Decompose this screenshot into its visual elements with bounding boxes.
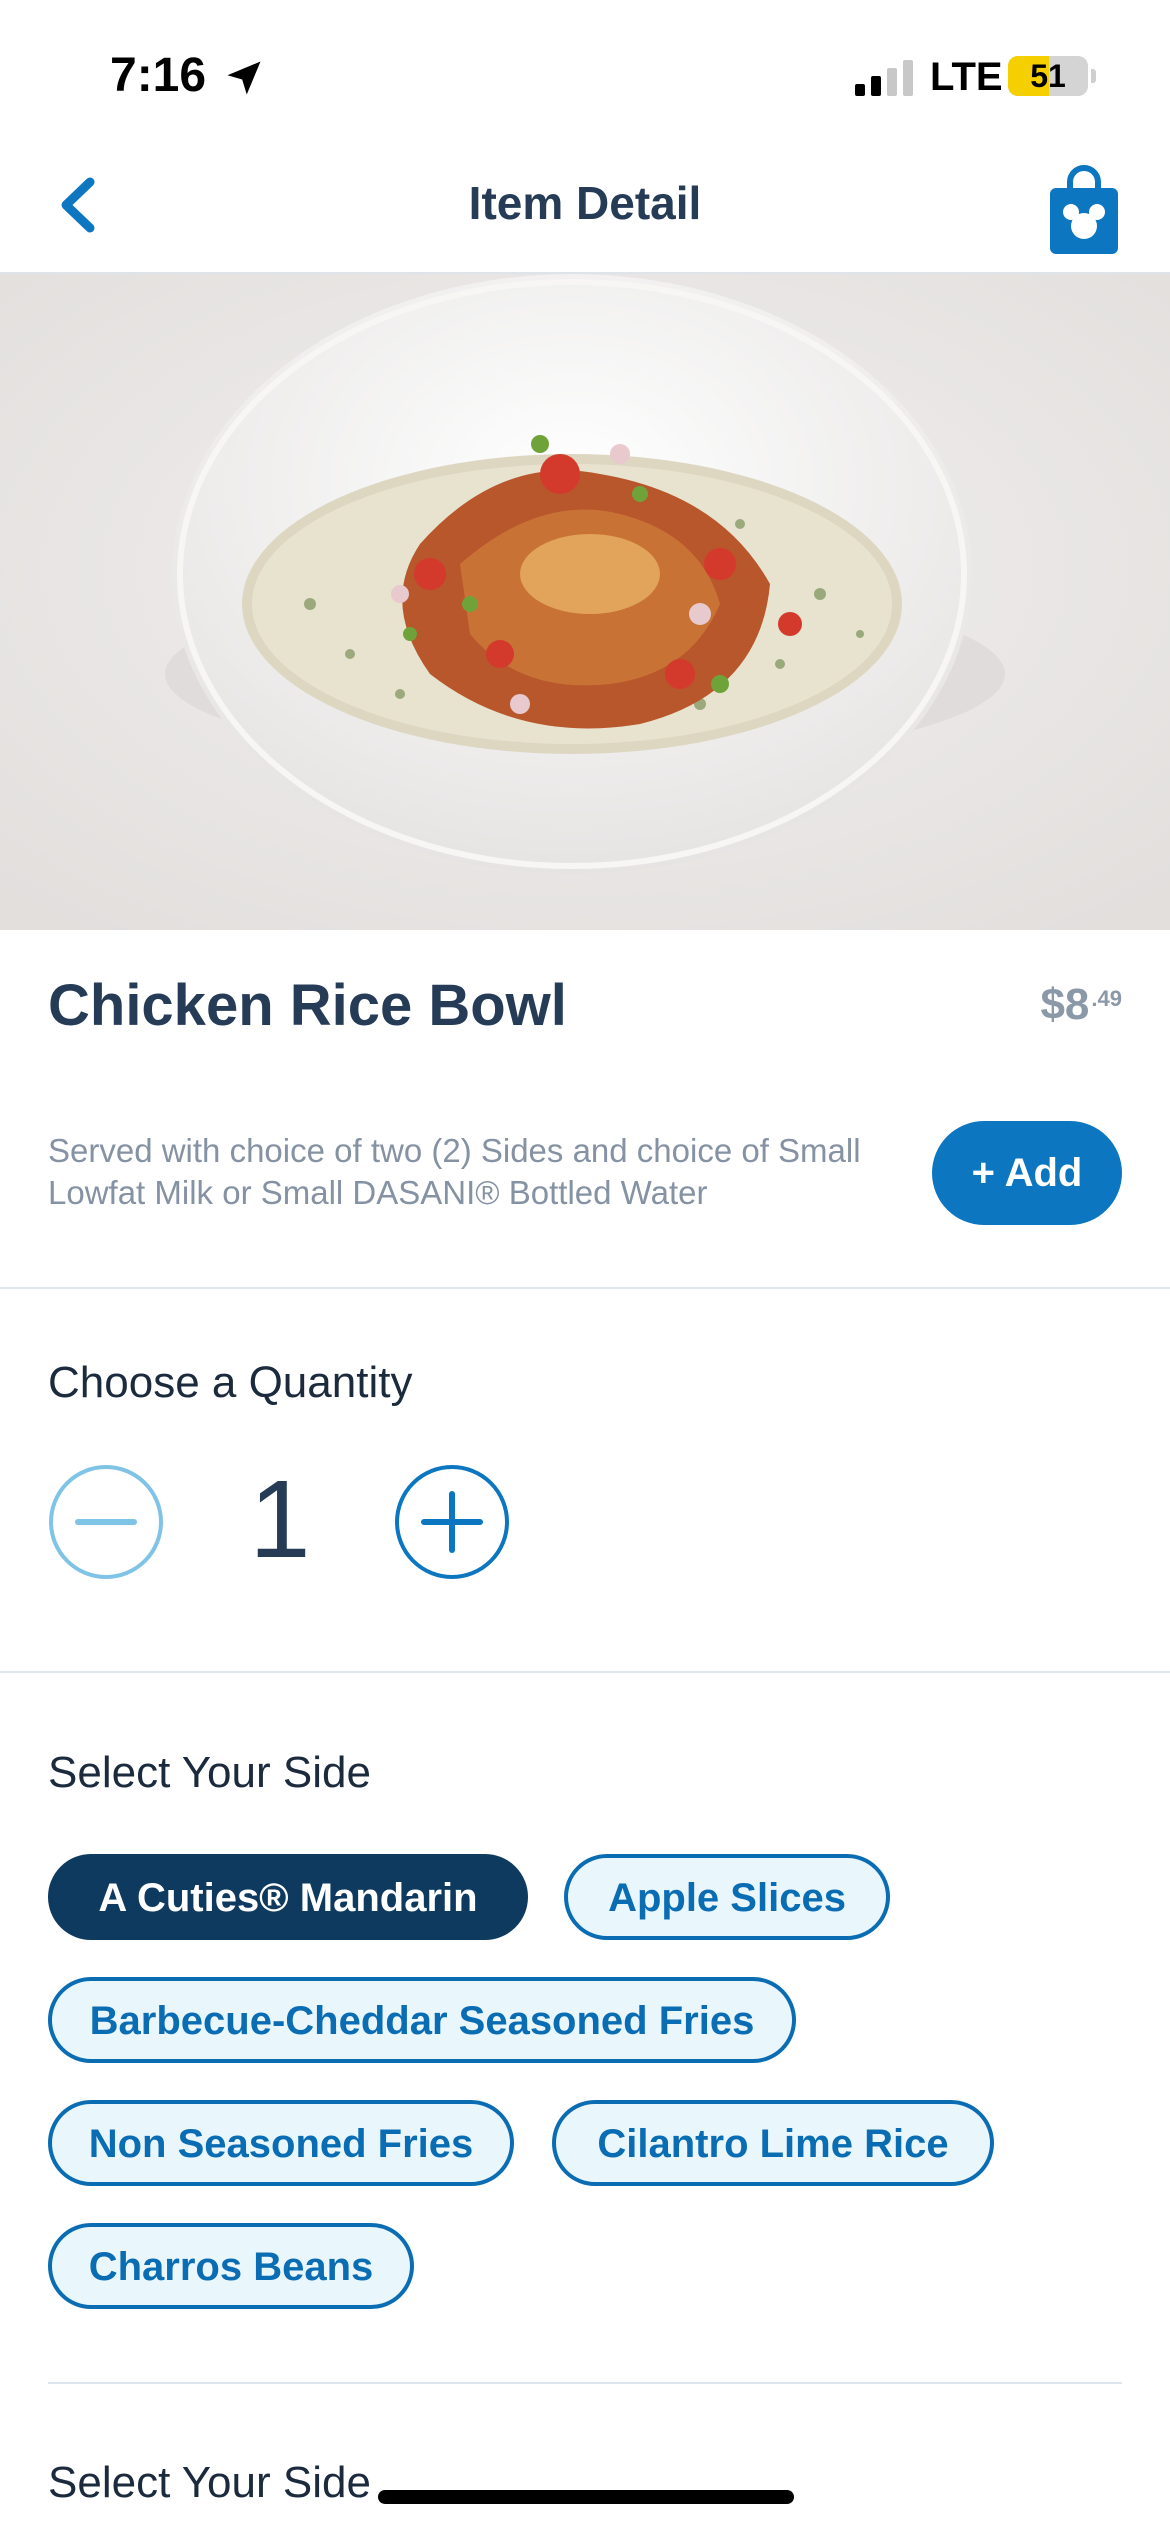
- side-option-chip[interactable]: Cilantro Lime Rice: [552, 2100, 994, 2186]
- side-option-chip[interactable]: A Cuties® Mandarin: [48, 1854, 528, 1940]
- item-description: Served with choice of two (2) Sides and …: [48, 1132, 861, 1211]
- status-bar: 7:16 LTE 51: [0, 0, 1170, 150]
- divider: [0, 1287, 1170, 1289]
- price-cents: .49: [1091, 986, 1122, 1011]
- quantity-title: Choose a Quantity: [48, 1358, 413, 1407]
- divider: [48, 2382, 1122, 2384]
- item-price: $8.49: [1040, 980, 1122, 1030]
- mickey-shopping-bag-icon[interactable]: [1046, 164, 1122, 256]
- side-option-chip[interactable]: Barbecue-Cheddar Seasoned Fries: [48, 1977, 796, 2063]
- cellular-signal-icon: [855, 60, 913, 96]
- item-photo: [0, 274, 1170, 930]
- side-option-chip[interactable]: Charros Beans: [48, 2223, 414, 2309]
- side-option-chip[interactable]: Apple Slices: [564, 1854, 890, 1940]
- increase-quantity-button[interactable]: [394, 1464, 510, 1580]
- quantity-value: 1: [249, 1458, 311, 1581]
- nav-bar: Item Detail: [0, 150, 1170, 274]
- battery-icon: 51: [1008, 56, 1088, 96]
- location-arrow-icon: [227, 61, 261, 95]
- side-option-chip[interactable]: Non Seasoned Fries: [48, 2100, 514, 2186]
- page-title: Item Detail: [468, 177, 702, 229]
- divider: [0, 1671, 1170, 1673]
- status-time: 7:16: [110, 49, 207, 102]
- home-indicator[interactable]: [378, 2490, 794, 2504]
- battery-percent: 51: [1030, 58, 1066, 94]
- item-name: Chicken Rice Bowl: [48, 973, 567, 1038]
- decrease-quantity-button[interactable]: [48, 1464, 164, 1580]
- battery-tip: [1091, 69, 1096, 83]
- sides-title-2: Select Your Side: [48, 2458, 371, 2507]
- add-button[interactable]: + Add: [932, 1121, 1122, 1225]
- sides-title: Select Your Side: [48, 1748, 371, 1797]
- network-type: LTE: [930, 55, 1003, 99]
- rice-bowl-illustration: [0, 274, 1170, 930]
- price-dollars: $8: [1040, 980, 1090, 1029]
